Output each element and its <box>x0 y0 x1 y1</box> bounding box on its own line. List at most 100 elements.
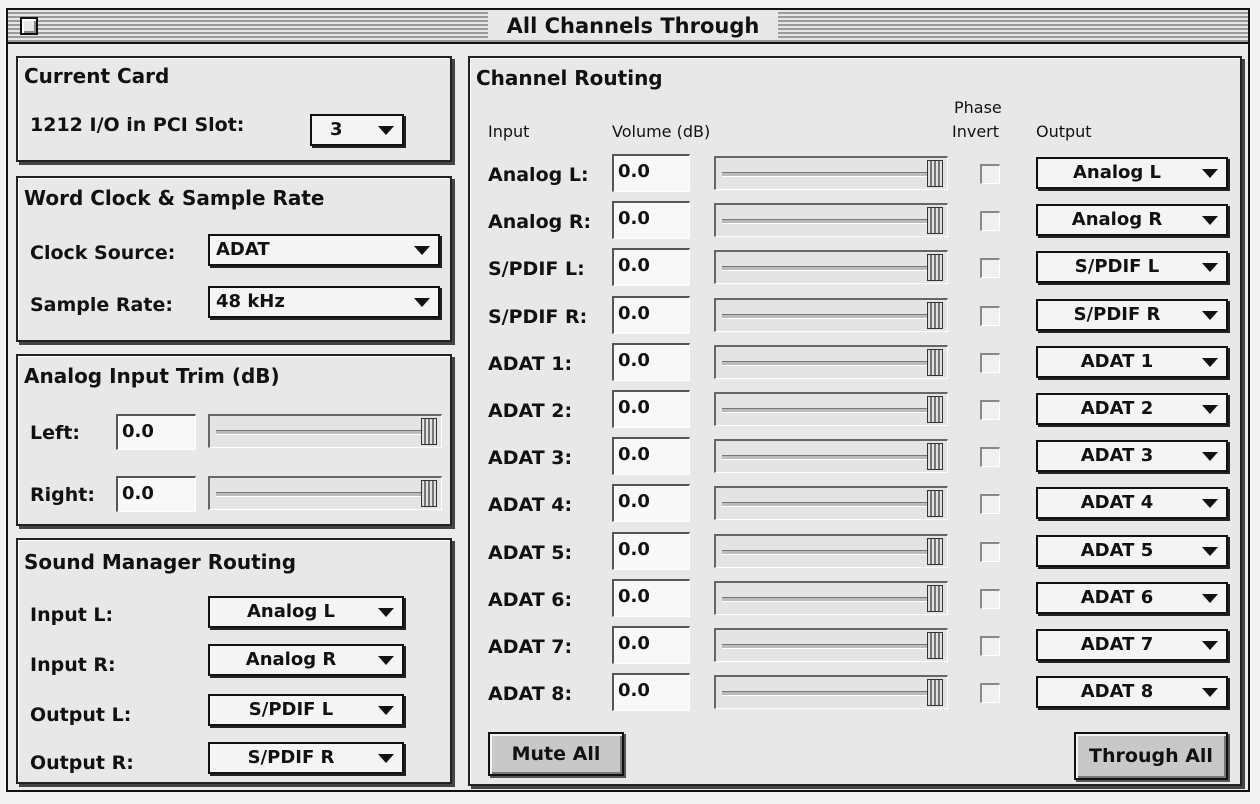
slider-track <box>722 454 927 460</box>
channel-volume-slider[interactable] <box>714 534 948 568</box>
channel-input-label: ADAT 4: <box>488 494 573 516</box>
slider-thumb[interactable] <box>927 538 943 565</box>
slider-thumb[interactable] <box>927 349 943 376</box>
slider-thumb[interactable] <box>927 490 943 517</box>
phase-invert-checkbox[interactable] <box>980 258 1000 278</box>
clock-source-label: Clock Source: <box>30 242 176 264</box>
clock-source-select[interactable]: ADAT <box>208 234 440 266</box>
channel-volume-field[interactable]: 0.0 <box>612 390 690 428</box>
channel-volume-slider[interactable] <box>714 628 948 662</box>
channel-input-label: Analog R: <box>488 211 592 233</box>
slider-track <box>722 265 927 271</box>
channel-volume-field[interactable]: 0.0 <box>612 248 690 286</box>
trim-left-field[interactable]: 0.0 <box>116 414 196 450</box>
trim-right-field[interactable]: 0.0 <box>116 476 196 512</box>
phase-invert-checkbox[interactable] <box>980 447 1000 467</box>
chevron-down-icon <box>414 246 430 255</box>
phase-invert-checkbox[interactable] <box>980 589 1000 609</box>
phase-invert-checkbox[interactable] <box>980 636 1000 656</box>
chevron-down-icon <box>1202 405 1218 414</box>
channel-output-select[interactable]: Analog L <box>1036 157 1228 189</box>
slider-track <box>722 501 927 507</box>
trim-right-slider[interactable] <box>208 476 442 510</box>
channel-output-select[interactable]: S/PDIF R <box>1036 299 1228 331</box>
channel-volume-slider[interactable] <box>714 250 948 284</box>
channel-row: ADAT 2: 0.0 ADAT 2 <box>470 390 1240 430</box>
channel-output-value: S/PDIF R <box>1073 304 1161 325</box>
channel-input-label: ADAT 5: <box>488 542 573 564</box>
channel-volume-field[interactable]: 0.0 <box>612 201 690 239</box>
phase-invert-checkbox[interactable] <box>980 353 1000 373</box>
sm-output-l-label: Output L: <box>30 704 132 726</box>
channel-volume-slider[interactable] <box>714 581 948 615</box>
mute-all-button[interactable]: Mute All <box>488 732 624 776</box>
phase-invert-checkbox[interactable] <box>980 494 1000 514</box>
chevron-down-icon <box>1202 169 1218 178</box>
channel-volume-field[interactable]: 0.0 <box>612 343 690 381</box>
slider-thumb[interactable] <box>927 207 943 234</box>
channel-output-select[interactable]: ADAT 4 <box>1036 487 1228 519</box>
channel-volume-slider[interactable] <box>714 486 948 520</box>
slider-track <box>722 643 927 649</box>
channel-volume-slider[interactable] <box>714 345 948 379</box>
slider-thumb[interactable] <box>927 443 943 470</box>
channel-volume-slider[interactable] <box>714 675 948 709</box>
channel-output-select[interactable]: Analog R <box>1036 204 1228 236</box>
channel-output-select[interactable]: ADAT 2 <box>1036 393 1228 425</box>
phase-invert-checkbox[interactable] <box>980 164 1000 184</box>
slider-thumb[interactable] <box>927 396 943 423</box>
channel-output-select[interactable]: ADAT 5 <box>1036 535 1228 567</box>
trim-left-slider[interactable] <box>208 414 442 448</box>
window-title: All Channels Through <box>488 12 778 40</box>
slider-thumb[interactable] <box>421 480 437 507</box>
slider-thumb[interactable] <box>927 302 943 329</box>
channel-output-select[interactable]: ADAT 6 <box>1036 582 1228 614</box>
channel-volume-field[interactable]: 0.0 <box>612 579 690 617</box>
pci-slot-select[interactable]: 3 <box>310 114 404 146</box>
close-box[interactable] <box>20 17 38 35</box>
sm-input-l-value: Analog L <box>246 601 336 622</box>
channel-volume-slider[interactable] <box>714 203 948 237</box>
through-all-button[interactable]: Through All <box>1074 732 1228 780</box>
sm-output-l-select[interactable]: S/PDIF L <box>208 694 404 726</box>
channel-volume-slider[interactable] <box>714 392 948 426</box>
sample-rate-select[interactable]: 48 kHz <box>208 286 440 318</box>
channel-output-select[interactable]: S/PDIF L <box>1036 251 1228 283</box>
channel-volume-field[interactable]: 0.0 <box>612 532 690 570</box>
title-bar[interactable]: All Channels Through <box>8 10 1248 44</box>
phase-invert-checkbox[interactable] <box>980 542 1000 562</box>
channel-row: ADAT 8: 0.0 ADAT 8 <box>470 673 1240 713</box>
channel-output-select[interactable]: ADAT 7 <box>1036 629 1228 661</box>
slider-thumb[interactable] <box>421 418 437 445</box>
channel-output-select[interactable]: ADAT 8 <box>1036 676 1228 708</box>
channel-volume-field[interactable]: 0.0 <box>612 154 690 192</box>
sm-input-r-label: Input R: <box>30 654 116 676</box>
slider-track <box>722 407 927 413</box>
phase-invert-checkbox[interactable] <box>980 683 1000 703</box>
sm-input-l-select[interactable]: Analog L <box>208 596 404 628</box>
channel-volume-field[interactable]: 0.0 <box>612 673 690 711</box>
phase-invert-checkbox[interactable] <box>980 211 1000 231</box>
channel-input-label: ADAT 1: <box>488 353 573 375</box>
chevron-down-icon <box>378 706 394 715</box>
channel-volume-field[interactable]: 0.0 <box>612 437 690 475</box>
slider-thumb[interactable] <box>927 160 943 187</box>
channel-output-value: ADAT 6 <box>1080 587 1154 608</box>
channel-output-select[interactable]: ADAT 3 <box>1036 440 1228 472</box>
channel-volume-field[interactable]: 0.0 <box>612 484 690 522</box>
chevron-down-icon <box>1202 311 1218 320</box>
channel-output-select[interactable]: ADAT 1 <box>1036 346 1228 378</box>
slider-thumb[interactable] <box>927 254 943 281</box>
slider-thumb[interactable] <box>927 585 943 612</box>
channel-volume-field[interactable]: 0.0 <box>612 296 690 334</box>
phase-invert-checkbox[interactable] <box>980 400 1000 420</box>
sm-output-r-select[interactable]: S/PDIF R <box>208 742 404 774</box>
channel-volume-slider[interactable] <box>714 439 948 473</box>
phase-invert-checkbox[interactable] <box>980 306 1000 326</box>
slider-thumb[interactable] <box>927 679 943 706</box>
channel-volume-field[interactable]: 0.0 <box>612 626 690 664</box>
channel-volume-slider[interactable] <box>714 298 948 332</box>
channel-volume-slider[interactable] <box>714 156 948 190</box>
sm-input-r-select[interactable]: Analog R <box>208 644 404 676</box>
slider-thumb[interactable] <box>927 632 943 659</box>
